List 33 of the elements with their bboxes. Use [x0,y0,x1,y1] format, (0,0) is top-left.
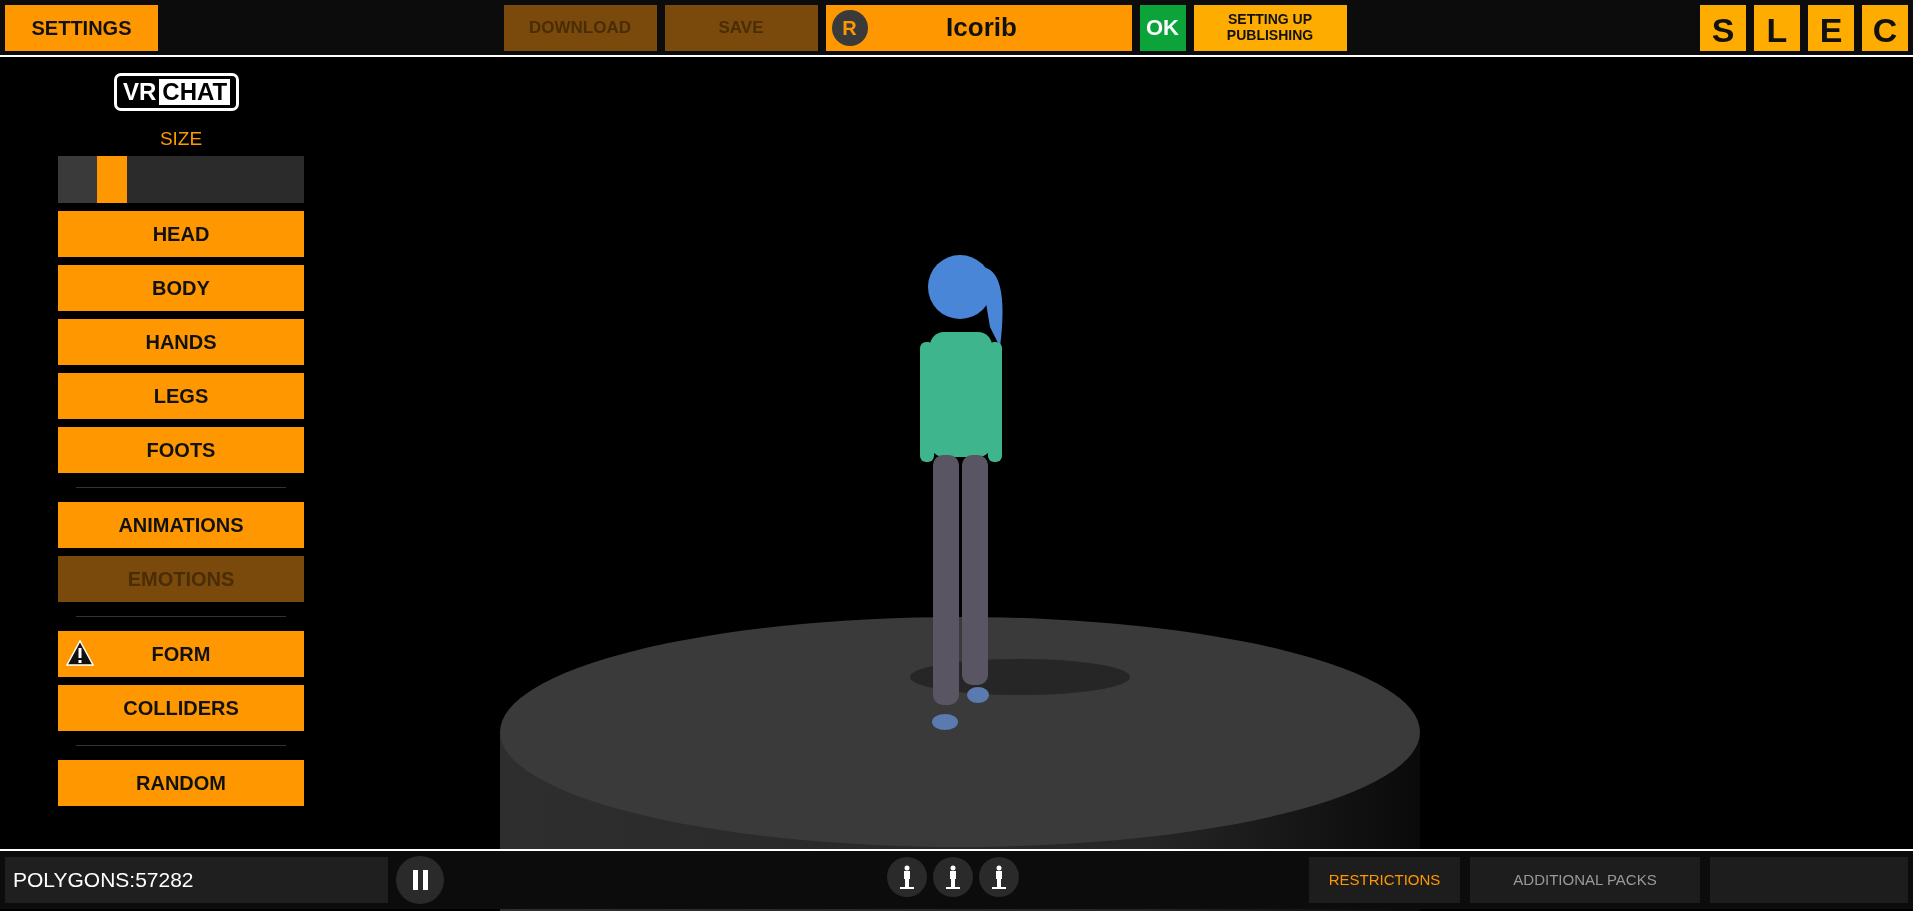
menu-button[interactable]: FOOTS [58,426,304,473]
logo-text: CHAT [159,79,231,105]
logo-text: VR [123,80,157,104]
avatar-initial-badge: R [831,9,868,46]
warning-icon [66,639,94,666]
menu-button[interactable]: HEAD [58,210,304,257]
polygon-count: POLYGONS:57282 [5,857,388,903]
menu-button[interactable]: RANDOM [58,759,304,806]
menu-button[interactable]: FORM [58,630,304,677]
letter-button[interactable]: C [1862,4,1908,51]
publishing-status: SETTING UP PUBLISHING [1193,4,1347,51]
letter-button[interactable]: S [1700,4,1746,51]
size-label: SIZE [158,127,204,151]
person-icon [992,865,1006,889]
size-slider[interactable] [58,155,304,203]
menu-button[interactable]: HANDS [58,318,304,365]
slider-thumb[interactable] [58,155,127,203]
restrictions-tab[interactable]: RESTRICTIONS [1309,857,1460,903]
pose-button[interactable] [887,857,927,897]
menu-button[interactable]: ANIMATIONS [58,501,304,548]
letter-button[interactable]: L [1754,4,1800,51]
menu-button[interactable]: BODY [58,264,304,311]
pause-button[interactable] [396,856,444,904]
menu-button[interactable]: COLLIDERS [58,684,304,731]
additional-packs-tab[interactable]: ADDITIONAL PACKS [1470,857,1700,903]
pose-button[interactable] [979,857,1019,897]
menu-button[interactable]: LEGS [58,372,304,419]
settings-button[interactable]: SETTINGS [5,4,158,51]
person-icon [900,865,914,889]
avatar-name: Icorib [945,11,1018,44]
letter-button[interactable]: E [1808,4,1854,51]
person-icon [946,865,960,889]
pose-button[interactable] [933,857,973,897]
